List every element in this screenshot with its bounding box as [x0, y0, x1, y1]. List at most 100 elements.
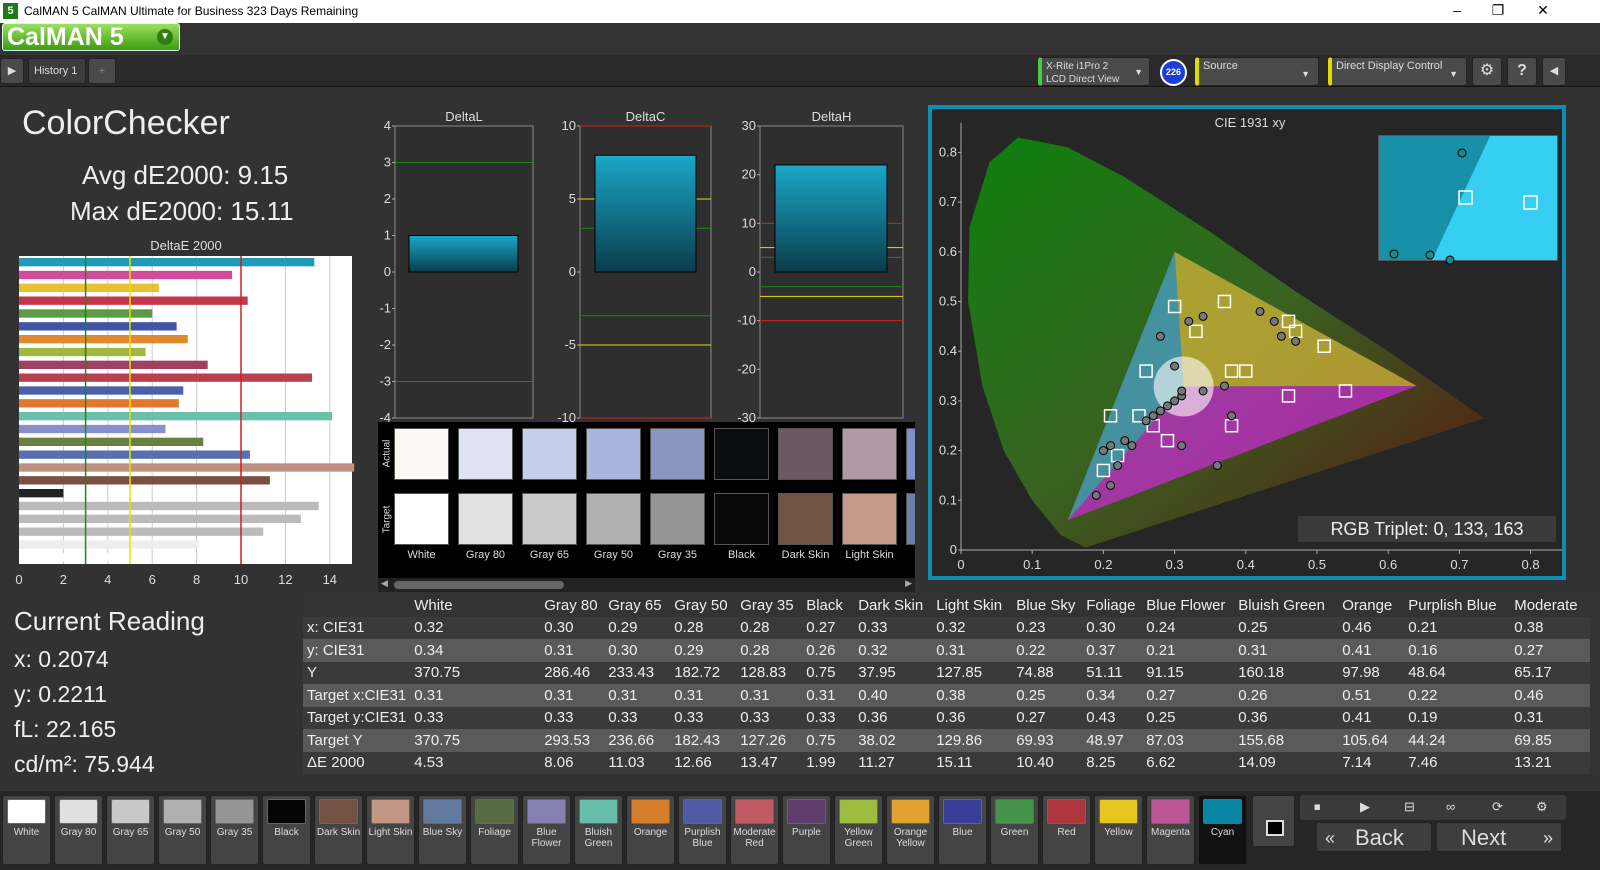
table-cell: 0.41 — [1338, 639, 1405, 662]
settings-icon[interactable]: ⚙ — [1536, 799, 1548, 815]
meter-badge[interactable]: 226 — [1160, 59, 1187, 86]
swatch-button[interactable]: Blue — [938, 795, 987, 865]
actual-patch — [842, 428, 897, 480]
table-cell: 44.24 — [1404, 729, 1511, 752]
table-cell: 0.27 — [1510, 639, 1591, 662]
swatch-button[interactable]: Cyan — [1198, 795, 1247, 865]
swatch-button[interactable]: Red — [1042, 795, 1091, 865]
next-label: Next — [1461, 825, 1507, 850]
table-cell: 0.27 — [1012, 706, 1083, 729]
table-cell: 128.83 — [736, 661, 803, 684]
delta-tick-label: 2 — [384, 191, 391, 206]
swatch-button[interactable]: Orange Yellow — [886, 795, 935, 865]
patch-label: Dark Skin — [781, 549, 830, 561]
swatch-button[interactable]: Blue Flower — [522, 795, 571, 865]
cie-y-tick: 0.5 — [939, 294, 957, 309]
horizontal-scrollbar[interactable]: ◀ ▶ — [378, 578, 915, 592]
swatch-button[interactable]: Light Skin — [366, 795, 415, 865]
swatch-button[interactable]: Yellow — [1094, 795, 1143, 865]
toolbar: ▶ History 1 + X-Rite i1Pro 2 LCD Direct … — [0, 55, 1600, 87]
cie-x-tick: 0.4 — [1237, 557, 1255, 572]
play-icon[interactable]: ▶ — [0, 58, 24, 84]
record-button[interactable] — [1252, 795, 1295, 847]
cie-y-tick: 0.4 — [939, 343, 957, 358]
scroll-left-icon[interactable]: ◀ — [381, 578, 388, 589]
table-cell: 12.66 — [670, 751, 737, 774]
collapse-icon[interactable]: ◀ — [1542, 57, 1566, 86]
swatch-chip — [319, 799, 358, 824]
table-cell: 0.31 — [604, 684, 671, 707]
swatch-button[interactable]: Orange — [626, 795, 675, 865]
stop-control-icon[interactable]: ⏹ — [1314, 799, 1321, 815]
avg-de: Avg dE2000: 9.15 — [82, 160, 289, 190]
actual-patch — [714, 428, 769, 480]
swatch-button[interactable]: White — [2, 795, 51, 865]
swatch-chip — [787, 799, 826, 824]
swatch-button[interactable]: Gray 80 — [54, 795, 103, 865]
table-cell: 0.31 — [1510, 706, 1591, 729]
swatch-button[interactable]: Foliage — [470, 795, 519, 865]
table-cell: 8.25 — [1082, 751, 1143, 774]
swatch-chip — [527, 799, 566, 824]
meter-selector[interactable]: X-Rite i1Pro 2 LCD Direct View ▼ — [1038, 57, 1150, 86]
actual-marker — [1184, 316, 1194, 326]
help-icon[interactable]: ? — [1507, 57, 1537, 86]
table-cell: 0.51 — [1338, 684, 1405, 707]
deltae-bar — [19, 386, 184, 395]
swatch-button[interactable]: Moderate Red — [730, 795, 779, 865]
table-cell: 7.14 — [1338, 751, 1405, 774]
add-tab-button[interactable]: + — [88, 58, 116, 84]
table-cell: 13.47 — [736, 751, 803, 774]
swatch-button[interactable]: Purple — [782, 795, 831, 865]
swatch-button[interactable]: Green — [990, 795, 1039, 865]
refresh-icon[interactable]: ⟳ — [1492, 799, 1503, 815]
delta-tick-label: 0 — [569, 264, 576, 279]
swatch-button[interactable]: Magenta — [1146, 795, 1195, 865]
next-button[interactable]: Next » — [1436, 822, 1562, 852]
cie-y-tick: 0.8 — [939, 144, 957, 159]
back-button[interactable]: « Back — [1316, 822, 1432, 852]
swatch-button[interactable]: Bluish Green — [574, 795, 623, 865]
current-x: x: 0.2074 — [14, 646, 109, 672]
display-selector[interactable]: Direct Display Control ▼ — [1328, 57, 1467, 86]
close-button[interactable]: ✕ — [1533, 2, 1553, 19]
patch-label: E — [900, 549, 915, 561]
loop-icon[interactable]: ∞ — [1446, 799, 1455, 814]
scroll-right-icon[interactable]: ▶ — [905, 578, 912, 589]
calman-logo-button[interactable]: CalMAN 5 ▼ — [2, 23, 180, 51]
maximize-button[interactable]: ❐ — [1488, 2, 1508, 19]
gear-icon[interactable]: ⚙ — [1472, 57, 1502, 86]
deltae-tick-label: 10 — [234, 572, 248, 587]
cie-x-tick: 0.7 — [1450, 557, 1468, 572]
table-cell: 51.11 — [1082, 661, 1143, 684]
play-control-icon[interactable]: ▶ — [1360, 799, 1370, 815]
swatch-button[interactable]: Black — [262, 795, 311, 865]
table-cell: 0.23 — [1012, 616, 1083, 639]
scrollbar-thumb[interactable] — [394, 581, 564, 589]
cie-x-tick: 0 — [957, 557, 964, 572]
current-cd: cd/m²: 75.944 — [14, 751, 155, 777]
table-cell: 13.21 — [1510, 751, 1591, 774]
minimize-button[interactable]: – — [1447, 2, 1467, 18]
delta-tick-label: -5 — [564, 337, 576, 352]
table-cell: 286.46 — [540, 661, 605, 684]
swatch-label: Purplish Blue — [684, 827, 721, 849]
swatch-button[interactable]: Gray 65 — [106, 795, 155, 865]
deltae-bar — [19, 322, 177, 331]
fit-icon[interactable]: ⊟ — [1404, 799, 1415, 815]
cie-y-tick: 0.1 — [939, 492, 957, 507]
swatch-chip — [683, 799, 722, 824]
deltae-bar — [19, 424, 166, 434]
swatch-button[interactable]: Purplish Blue — [678, 795, 727, 865]
swatch-button[interactable]: Gray 35 — [210, 795, 259, 865]
source-selector[interactable]: Source ▼ — [1195, 57, 1319, 86]
swatch-button[interactable]: Dark Skin — [314, 795, 363, 865]
tab-history[interactable]: History 1 — [28, 58, 86, 84]
swatch-button[interactable]: Blue Sky — [418, 795, 467, 865]
swatch-label: Orange — [633, 827, 668, 838]
swatch-button[interactable]: Gray 50 — [158, 795, 207, 865]
table-cell: 97.98 — [1338, 661, 1405, 684]
deltae-bar — [19, 437, 204, 446]
table-cell: 0.27 — [802, 616, 855, 639]
swatch-button[interactable]: Yellow Green — [834, 795, 883, 865]
